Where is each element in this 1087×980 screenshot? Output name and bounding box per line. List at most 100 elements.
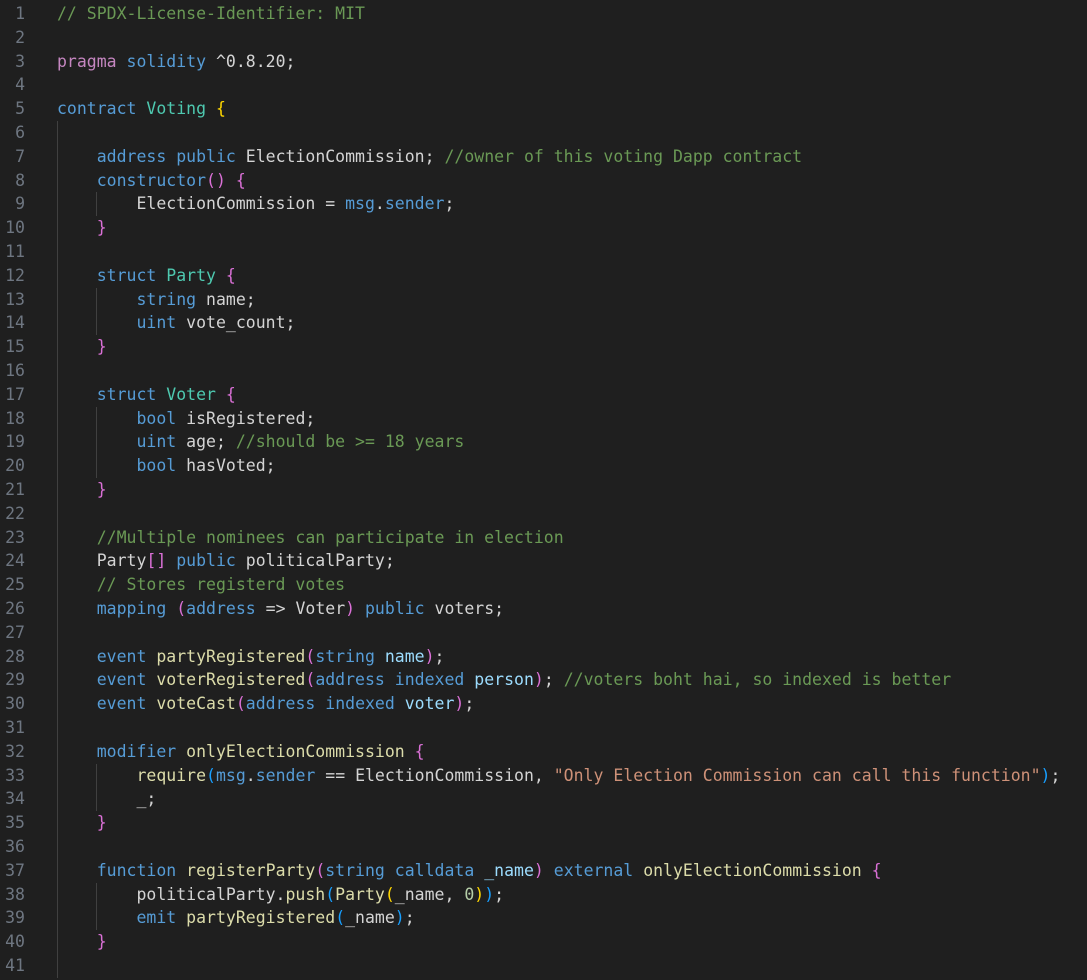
code-line[interactable]: 21 } (0, 478, 1087, 502)
code-line[interactable]: 32 modifier onlyElectionCommission { (0, 740, 1087, 764)
code-token: ) (533, 670, 544, 690)
code-line[interactable]: 4 (0, 73, 1087, 97)
code-line[interactable]: 12 struct Party { (0, 264, 1087, 288)
code-line[interactable]: 27 (0, 621, 1087, 645)
code-line[interactable]: 22 (0, 502, 1087, 526)
line-number: 28 (5, 646, 25, 666)
code-token: } (96, 480, 107, 499)
code-token: partyRegistered (186, 908, 336, 928)
code-line[interactable]: 5 contract Voting { (0, 97, 1087, 121)
code-line[interactable]: 23 //Multiple nominees can participate i… (0, 526, 1087, 550)
code-text: politicalParty.push(Party(_name, 0)); (57, 883, 504, 907)
code-token: sender (255, 765, 316, 785)
code-line[interactable]: 14 uint vote_count; (0, 311, 1087, 335)
code-line[interactable]: 16 (0, 359, 1087, 383)
code-line[interactable]: 36 (0, 835, 1087, 859)
line-number: 38 (5, 884, 25, 904)
code-token: == ElectionCommission, (315, 765, 554, 785)
code-line[interactable]: 9 ElectionCommission = msg.sender; (0, 192, 1087, 216)
code-token: constructor (96, 170, 207, 190)
line-number: 19 (5, 432, 25, 452)
code-line[interactable]: 8 constructor() { (0, 169, 1087, 193)
code-line[interactable]: 3 pragma solidity ^0.8.20; (0, 50, 1087, 74)
code-token: voter (404, 694, 455, 714)
code-line[interactable]: 31 (0, 716, 1087, 740)
line-number: 27 (5, 622, 25, 642)
code-line[interactable]: 18 bool isRegistered; (0, 407, 1087, 431)
line-number: 41 (5, 956, 25, 975)
code-line[interactable]: 20 bool hasVoted; (0, 454, 1087, 478)
code-line[interactable]: 38 politicalParty.push(Party(_name, 0)); (0, 883, 1087, 907)
code-line[interactable]: 6 (0, 121, 1087, 145)
code-line[interactable]: 33 require(msg.sender == ElectionCommiss… (0, 764, 1087, 788)
code-text: _; (57, 787, 156, 811)
code-line[interactable]: 39 emit partyRegistered(_name); (0, 906, 1087, 930)
line-number: 14 (5, 313, 25, 333)
code-line[interactable]: 35 } (0, 811, 1087, 835)
code-line[interactable]: 2 (0, 26, 1087, 50)
code-token: ) (454, 694, 465, 714)
code-line[interactable]: 15 } (0, 335, 1087, 359)
code-token: registerParty (186, 860, 316, 880)
code-token: uint (136, 432, 177, 452)
code-line[interactable]: 11 (0, 240, 1087, 264)
code-text: struct Voter { (57, 383, 236, 407)
code-token: _name (484, 860, 534, 880)
code-token: } (96, 932, 107, 952)
code-token: name; (196, 289, 256, 309)
code-token: indexed (325, 694, 395, 714)
code-text: } (57, 930, 107, 954)
code-line[interactable]: 7 address public ElectionCommission; //o… (0, 145, 1087, 169)
code-line[interactable]: 24 Party[] public politicalParty; (0, 549, 1087, 573)
code-token: } (96, 813, 107, 833)
code-line[interactable]: 29 event voterRegistered(address indexed… (0, 668, 1087, 692)
code-token: { (215, 99, 226, 119)
code-line[interactable]: 17 struct Voter { (0, 383, 1087, 407)
code-token: // Stores registerd votes (96, 575, 346, 595)
code-token: ( (206, 765, 216, 785)
code-line[interactable]: 28 event partyRegistered(string name); (0, 645, 1087, 669)
code-line[interactable]: 10 } (0, 216, 1087, 240)
code-token: ( (176, 599, 187, 618)
code-token: _name, (394, 884, 465, 904)
code-token: indexed (394, 670, 465, 690)
code-line[interactable]: 34 _; (0, 787, 1087, 811)
code-line[interactable]: 30 event voteCast(address indexed voter)… (0, 692, 1087, 716)
code-token: Party (166, 265, 216, 285)
code-token: onlyElectionCommission (186, 741, 405, 761)
code-token: string (315, 646, 375, 666)
code-text: mapping (address => Voter) public voters… (57, 597, 504, 621)
code-token: isRegistered; (176, 408, 316, 428)
code-line[interactable]: 25 // Stores registerd votes (0, 573, 1087, 597)
code-text: ElectionCommission = msg.sender; (57, 192, 454, 216)
code-line[interactable]: 19 uint age; //should be >= 18 years (0, 430, 1087, 454)
code-token: uint (136, 313, 177, 333)
code-line[interactable]: 37 function registerParty(string calldat… (0, 859, 1087, 883)
line-number: 24 (5, 551, 25, 571)
code-token: ) (533, 860, 544, 880)
code-text: address public ElectionCommission; //own… (57, 145, 802, 169)
line-number: 7 (15, 146, 25, 166)
code-token: } (96, 337, 107, 357)
code-token: { (225, 265, 236, 285)
line-number: 35 (5, 813, 25, 833)
code-text: } (57, 811, 107, 835)
code-line[interactable]: 1 // SPDX-License-Identifier: MIT (0, 2, 1087, 26)
code-line[interactable]: 40 } (0, 930, 1087, 954)
code-line[interactable]: 13 string name; (0, 288, 1087, 312)
indent-guide (96, 406, 97, 478)
code-token: Voter (166, 384, 216, 404)
code-line[interactable]: 41 (0, 954, 1087, 978)
code-editor[interactable]: 1// SPDX-License-Identifier: MIT 2 3 pragma… (0, 0, 1087, 980)
code-line[interactable]: 26 mapping (address => Voter) public vot… (0, 597, 1087, 621)
